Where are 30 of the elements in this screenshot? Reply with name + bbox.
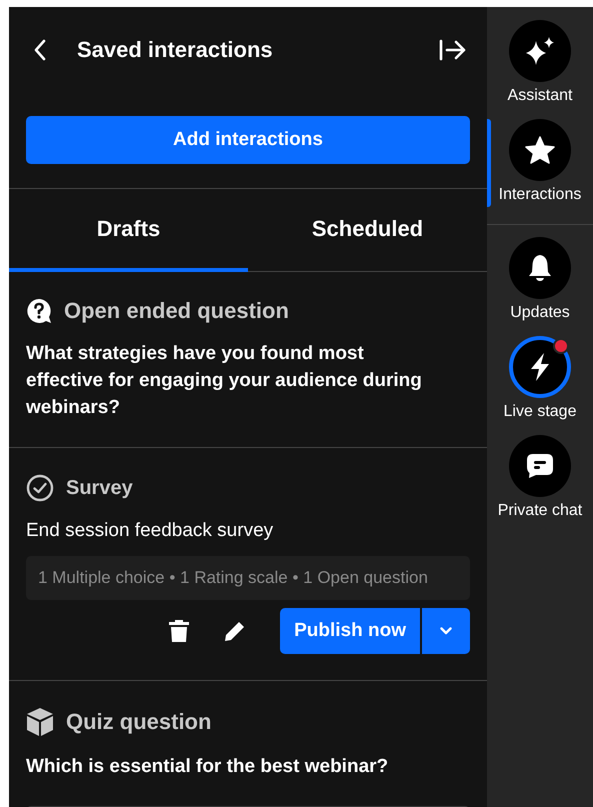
nav-label: Interactions [498,186,582,204]
chevron-down-icon [440,627,452,635]
interaction-type-label: Survey [66,476,133,500]
survey-summary-text: 1 Multiple choice • 1 Rating scale • 1 Open question [38,568,428,587]
sparkle-icon [524,36,556,66]
panel-title: Saved interactions [77,37,274,63]
nav-label: Live stage [504,403,576,421]
check-circle-icon [26,474,54,502]
tab[interactable]: Drafts [9,189,248,272]
chat-icon [526,453,554,479]
question-text: What strategies have you found most effective for engaging your audience during webinars? [26,342,423,420]
interaction-type-label: Quiz question [66,709,212,735]
survey-title: End session feedback survey [26,519,274,543]
trash-icon[interactable] [168,619,190,643]
interaction-type-label: Open ended question [64,298,289,324]
star-icon [525,136,555,164]
cube-icon [26,707,54,737]
nav-label: Private chat [498,502,582,520]
tab[interactable]: Scheduled [248,189,487,272]
nav-label: Assistant [508,87,572,105]
add-interactions-button[interactable]: Add interactions [26,116,470,164]
pencil-icon[interactable] [224,620,246,642]
nav-label: Updates [510,304,570,322]
collapse-panel-icon[interactable] [439,39,467,61]
bell-icon [528,254,552,282]
question-text: Which is essential for the best webinar? [26,755,390,779]
publish-now-button[interactable]: Publish now [280,608,420,654]
lightning-icon [529,352,551,382]
back-icon[interactable] [33,39,47,61]
question-bubble-icon [26,298,52,324]
